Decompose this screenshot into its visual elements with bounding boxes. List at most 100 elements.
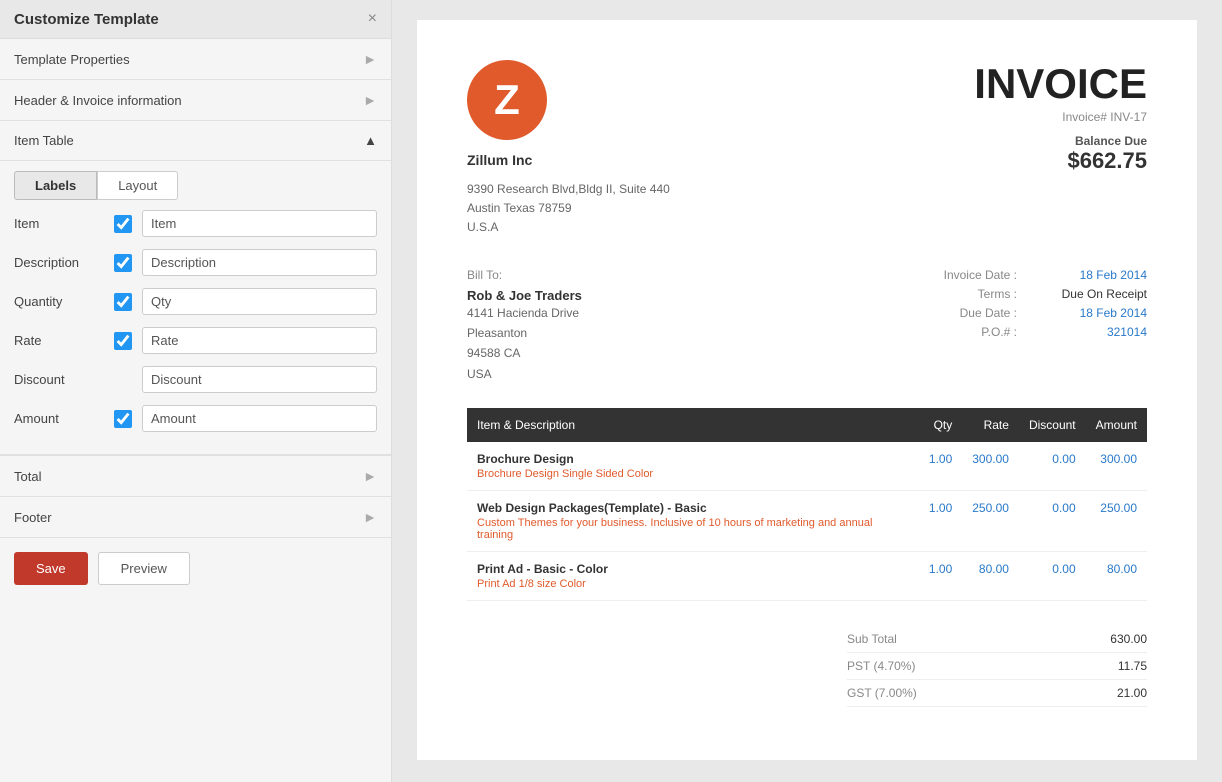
right-panel: Z Zillum Inc 9390 Research Blvd,Bldg II,… [392,0,1222,782]
field-input-amount[interactable] [142,405,377,432]
item-qty: 1.00 [919,491,962,552]
field-label-discount: Discount [14,372,104,387]
col-rate: Rate [962,408,1019,442]
item-table-label: Item Table [14,133,74,148]
template-properties-label: Template Properties [14,52,130,67]
save-button[interactable]: Save [14,552,88,585]
item-name-desc: Print Ad - Basic - Color Print Ad 1/8 si… [467,552,919,601]
field-input-item[interactable] [142,210,377,237]
invoice-title: INVOICE [974,60,1147,108]
tab-layout[interactable]: Layout [97,171,178,200]
tab-labels[interactable]: Labels [14,171,97,200]
table-row: Print Ad - Basic - Color Print Ad 1/8 si… [467,552,1147,601]
header-invoice-label: Header & Invoice information [14,93,182,108]
total-arrow-icon: ► [363,468,377,484]
bill-address-line3: 94588 CA [467,343,582,363]
item-rate: 80.00 [962,552,1019,601]
field-label-quantity: Quantity [14,294,104,309]
meta-row-terms: Terms : Due On Receipt [944,287,1147,301]
meta-key-po: P.O.# : [981,325,1017,339]
item-amount: 250.00 [1086,491,1147,552]
meta-key-terms: Terms : [978,287,1017,301]
item-name-desc: Brochure Design Brochure Design Single S… [467,442,919,491]
item-rate: 250.00 [962,491,1019,552]
close-button[interactable]: × [368,10,377,28]
total-row: Sub Total 630.00 [847,626,1147,653]
field-checkbox-description[interactable] [114,254,132,272]
field-row-quantity: Quantity [14,288,377,315]
field-row-rate: Rate [14,327,377,354]
field-checkbox-item[interactable] [114,215,132,233]
header-invoice-arrow-icon: ► [363,92,377,108]
company-address-line1: 9390 Research Blvd,Bldg II, Suite 440 [467,180,670,199]
item-table-section: Item Table ▲ Labels Layout Item Descript… [0,121,391,455]
info-row: Bill To: Rob & Joe Traders 4141 Hacienda… [467,268,1147,385]
footer-section[interactable]: Footer ► [0,497,391,538]
item-name: Web Design Packages(Template) - Basic [477,501,909,515]
item-discount: 0.00 [1019,491,1086,552]
field-input-discount[interactable] [142,366,377,393]
left-panel: Customize Template × Template Properties… [0,0,392,782]
total-row-label: Sub Total [847,632,897,646]
field-row-amount: Amount [14,405,377,432]
template-properties-section[interactable]: Template Properties ► [0,39,391,80]
footer-arrow-icon: ► [363,509,377,525]
item-name: Print Ad - Basic - Color [477,562,909,576]
company-logo-area: Z Zillum Inc 9390 Research Blvd,Bldg II,… [467,60,670,238]
invoice-number: Invoice# INV-17 [974,110,1147,124]
balance-label: Balance Due [974,134,1147,148]
item-table-arrow-icon: ▲ [364,133,377,148]
total-row-value: 11.75 [1118,659,1147,673]
total-label: Total [14,469,41,484]
total-section[interactable]: Total ► [0,456,391,497]
footer-buttons: Save Preview [0,538,391,599]
item-qty: 1.00 [919,442,962,491]
field-checkbox-quantity[interactable] [114,293,132,311]
field-input-description[interactable] [142,249,377,276]
meta-value-terms: Due On Receipt [1037,287,1147,301]
total-row: PST (4.70%) 11.75 [847,653,1147,680]
panel-title: Customize Template [14,11,159,28]
invoice-page: Z Zillum Inc 9390 Research Blvd,Bldg II,… [417,20,1197,760]
panel-title-bar: Customize Template × [0,0,391,39]
item-discount: 0.00 [1019,552,1086,601]
meta-key-due-date: Due Date : [960,306,1017,320]
field-label-item: Item [14,216,104,231]
field-label-amount: Amount [14,411,104,426]
company-name: Zillum Inc [467,152,670,168]
col-qty: Qty [919,408,962,442]
field-checkbox-rate[interactable] [114,332,132,350]
invoice-meta: Invoice Date : 18 Feb 2014 Terms : Due O… [944,268,1147,385]
item-rate: 300.00 [962,442,1019,491]
table-body: Brochure Design Brochure Design Single S… [467,442,1147,601]
items-table: Item & Description Qty Rate Discount Amo… [467,408,1147,601]
item-table-header[interactable]: Item Table ▲ [0,121,391,161]
item-amount: 300.00 [1086,442,1147,491]
company-logo: Z [467,60,547,140]
company-address: 9390 Research Blvd,Bldg II, Suite 440 Au… [467,180,670,238]
total-row: GST (7.00%) 21.00 [847,680,1147,707]
item-desc: Print Ad 1/8 size Color [477,578,909,590]
field-label-description: Description [14,255,104,270]
item-desc: Custom Themes for your business. Inclusi… [477,517,909,541]
field-label-rate: Rate [14,333,104,348]
field-checkbox-amount[interactable] [114,410,132,428]
meta-value-po: 321014 [1037,325,1147,339]
col-amount: Amount [1086,408,1147,442]
total-row-value: 630.00 [1110,632,1147,646]
company-address-line3: U.S.A [467,218,670,237]
footer-label: Footer [14,510,52,525]
totals-section: Sub Total 630.00 PST (4.70%) 11.75 GST (… [847,626,1147,707]
item-discount: 0.00 [1019,442,1086,491]
company-address-line2: Austin Texas 78759 [467,199,670,218]
table-header-row: Item & Description Qty Rate Discount Amo… [467,408,1147,442]
template-properties-arrow-icon: ► [363,51,377,67]
invoice-header: Z Zillum Inc 9390 Research Blvd,Bldg II,… [467,60,1147,238]
header-invoice-section[interactable]: Header & Invoice information ► [0,80,391,121]
field-row-item: Item [14,210,377,237]
tabs-row: Labels Layout [0,161,391,200]
meta-row-po: P.O.# : 321014 [944,325,1147,339]
field-input-rate[interactable] [142,327,377,354]
preview-button[interactable]: Preview [98,552,190,585]
field-input-quantity[interactable] [142,288,377,315]
